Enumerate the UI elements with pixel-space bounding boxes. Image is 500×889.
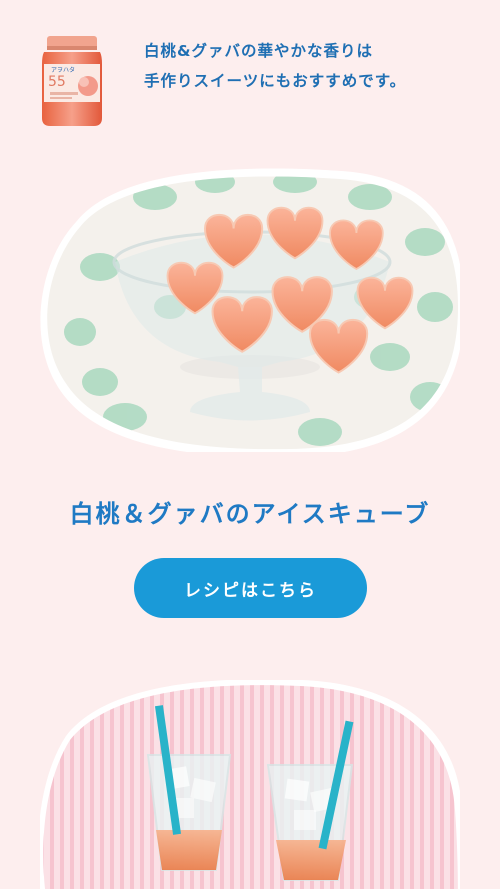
drink-photo: [40, 680, 460, 889]
recipe-button[interactable]: レシピはこちら: [134, 558, 367, 618]
jar-label-brand: アヲハタ: [51, 66, 75, 74]
intro-line-2: 手作りスイーツにもおすすめです。: [144, 72, 407, 90]
intro-text: 白桃&グァバの華やかな香りは 手作りスイーツにもおすすめです。: [144, 36, 464, 96]
intro-line-1: 白桃&グァバの華やかな香りは: [144, 42, 374, 60]
product-intro: 55 アヲハタ 白桃&グァバの華やかな香りは 手作りスイーツにもおすすめです。: [38, 30, 468, 130]
jar-label-number: 55: [48, 74, 66, 90]
recipe-title: 白桃＆グァバのアイスキューブ: [69, 500, 431, 528]
ice-cube-photo: [40, 168, 460, 452]
jam-jar-image: 55 アヲハタ: [42, 36, 102, 126]
